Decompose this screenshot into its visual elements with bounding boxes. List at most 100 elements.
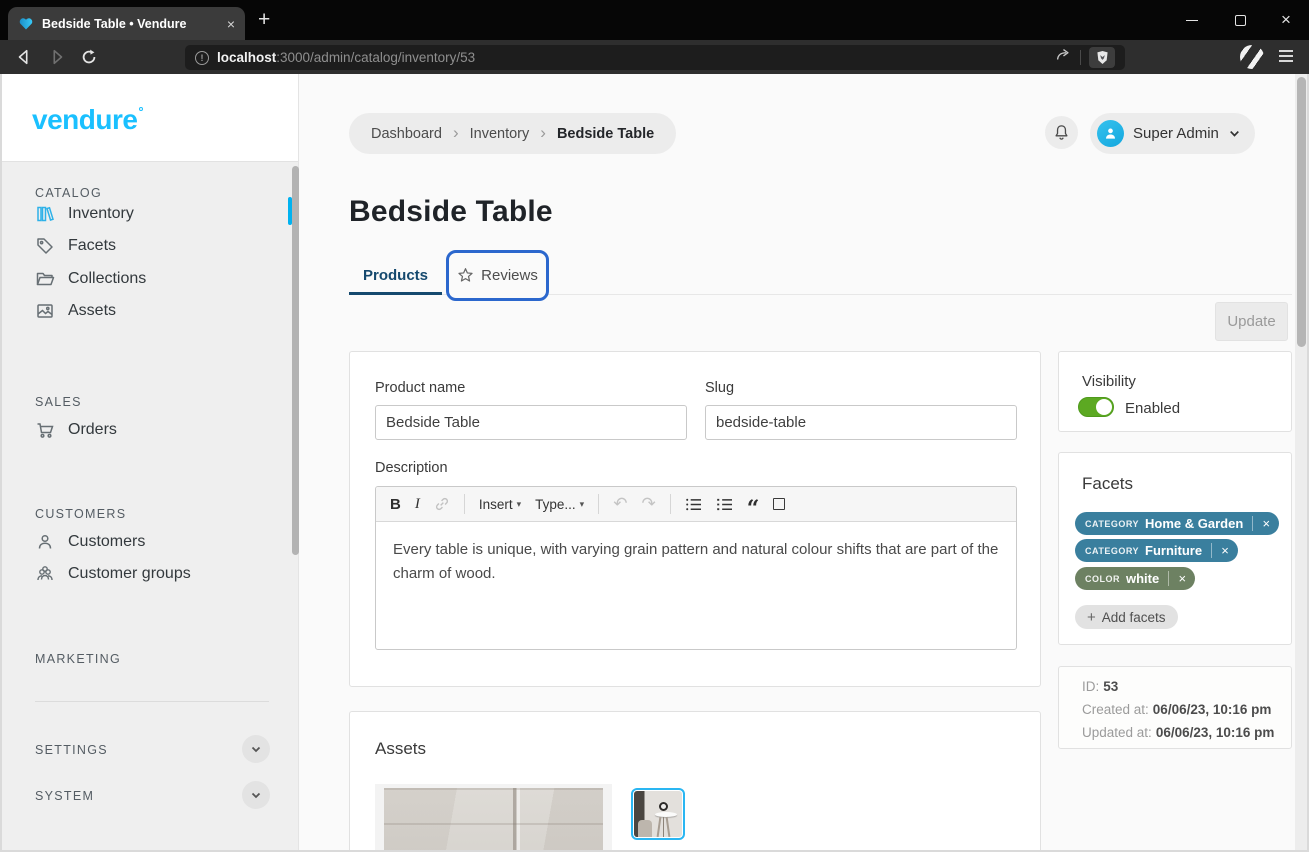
sidebar-item-customers[interactable]: Customers — [35, 528, 145, 556]
back-icon[interactable] — [13, 46, 35, 68]
site-info-icon[interactable]: ! — [195, 51, 209, 65]
meta-created-row: Created at:06/06/23, 10:16 pm — [1082, 702, 1271, 717]
browser-profile-avatar[interactable] — [1240, 45, 1264, 69]
section-header-settings: SETTINGS — [35, 743, 108, 757]
type-dropdown[interactable]: Type...▾ — [535, 497, 584, 512]
sidebar-item-facets[interactable]: Facets — [35, 232, 116, 260]
browser-titlebar: Bedside Table • Vendure × + × — [0, 0, 1309, 40]
browser-tab[interactable]: Bedside Table • Vendure × — [8, 7, 245, 40]
section-header-catalog: CATALOG — [35, 186, 102, 200]
vendure-favicon-icon — [18, 16, 34, 32]
browser-window: Bedside Table • Vendure × + × ! localhos… — [0, 0, 1309, 852]
image-icon — [35, 301, 55, 321]
breadcrumb-item-inventory[interactable]: Inventory — [470, 126, 530, 142]
facet-group-label: CATEGORY — [1085, 546, 1139, 556]
tab-title: Bedside Table • Vendure — [42, 17, 219, 31]
asset-thumbnail-image — [634, 791, 682, 837]
slug-label: Slug — [705, 380, 734, 396]
assets-card: Assets — [349, 711, 1041, 852]
asset-thumbnail-selected[interactable] — [631, 788, 685, 840]
avatar — [1097, 120, 1124, 147]
ordered-list-icon[interactable] — [716, 497, 733, 512]
sidebar-scrollbar-thumb[interactable] — [292, 166, 299, 555]
link-icon[interactable] — [434, 496, 450, 512]
asset-preview[interactable] — [375, 784, 612, 852]
vendure-logo[interactable]: vendure — [32, 104, 143, 136]
remove-facet-icon[interactable]: × — [1212, 543, 1238, 558]
facets-card: Facets CATEGORY Home & Garden × CATEGORY… — [1058, 452, 1292, 645]
bullet-list-icon[interactable] — [685, 497, 702, 512]
entity-meta-card: ID:53 Created at:06/06/23, 10:16 pm Upda… — [1058, 666, 1292, 749]
breadcrumb-item-dashboard[interactable]: Dashboard — [371, 126, 442, 142]
chevron-down-icon — [1228, 127, 1241, 140]
toolbar-divider — [1080, 50, 1081, 65]
sidebar-item-orders[interactable]: Orders — [35, 416, 117, 444]
tab-close-icon[interactable]: × — [227, 17, 235, 31]
sidebar-item-customer-groups[interactable]: Customer groups — [35, 560, 191, 588]
product-detail-card: Product name Slug Description B I Insert… — [349, 351, 1041, 687]
slug-input[interactable] — [705, 405, 1017, 440]
italic-button[interactable]: I — [415, 496, 420, 513]
description-editor-content[interactable]: Every table is unique, with varying grai… — [376, 522, 1016, 602]
cart-icon — [35, 420, 55, 440]
tab-products[interactable]: Products — [349, 256, 442, 295]
meta-id-row: ID:53 — [1082, 679, 1118, 694]
chevron-down-icon — [250, 789, 262, 801]
system-expand-button[interactable] — [242, 781, 270, 809]
visibility-toggle[interactable] — [1078, 397, 1114, 417]
settings-expand-button[interactable] — [242, 735, 270, 763]
horizontal-rule-icon[interactable] — [773, 498, 785, 510]
folder-icon — [35, 269, 55, 289]
remove-facet-icon[interactable]: × — [1253, 516, 1279, 531]
share-icon[interactable] — [1054, 46, 1072, 69]
breadcrumb: Dashboard › Inventory › Bedside Table — [349, 113, 676, 154]
chevron-down-icon — [250, 743, 262, 755]
window-close-icon[interactable]: × — [1266, 0, 1306, 40]
caret-down-icon: ▾ — [517, 499, 522, 510]
window-minimize-icon[interactable] — [1172, 0, 1212, 40]
sidebar-item-assets[interactable]: Assets — [35, 297, 116, 325]
page-scrollbar-thumb[interactable] — [1297, 77, 1306, 347]
facet-value-label: white — [1126, 571, 1159, 586]
new-tab-icon[interactable]: + — [258, 8, 270, 32]
window-maximize-icon[interactable] — [1220, 0, 1260, 40]
brave-shield-icon[interactable] — [1089, 47, 1115, 68]
sidebar-item-collections[interactable]: Collections — [35, 265, 146, 293]
product-name-label: Product name — [375, 380, 465, 396]
product-name-input[interactable] — [375, 405, 687, 440]
bold-button[interactable]: B — [390, 496, 401, 513]
sidebar-item-label: Customers — [68, 533, 145, 551]
user-menu[interactable]: Super Admin — [1090, 113, 1255, 154]
sidebar-item-label: Customer groups — [68, 565, 191, 583]
url-path: :3000/admin/catalog/inventory/53 — [276, 50, 475, 65]
tab-reviews[interactable]: Reviews — [446, 250, 549, 301]
facet-value-label: Home & Garden — [1145, 516, 1243, 531]
sidebar-item-label: Orders — [68, 421, 117, 439]
sidebar-item-label: Collections — [68, 270, 146, 288]
facet-chip: COLOR white × — [1075, 567, 1195, 590]
vendure-admin-app: vendure CATALOG Inventory Facets — [0, 74, 1309, 852]
blockquote-icon[interactable]: “ — [747, 504, 760, 514]
notifications-button[interactable] — [1045, 116, 1078, 149]
url-bar[interactable]: ! localhost:3000/admin/catalog/inventory… — [185, 45, 1125, 70]
facets-heading: Facets — [1082, 474, 1133, 494]
section-header-customers: CUSTOMERS — [35, 507, 126, 521]
tag-icon — [35, 236, 55, 256]
add-facets-button[interactable]: + Add facets — [1075, 605, 1178, 629]
update-button[interactable]: Update — [1215, 302, 1288, 341]
redo-icon[interactable]: ↷ — [641, 494, 655, 514]
sidebar-nav: CATALOG Inventory Facets — [2, 161, 298, 852]
browser-menu-icon[interactable] — [1279, 50, 1293, 62]
remove-facet-icon[interactable]: × — [1169, 571, 1195, 586]
breadcrumb-separator-icon: › — [453, 124, 459, 141]
asset-preview-image — [384, 788, 603, 852]
section-header-system: SYSTEM — [35, 789, 94, 803]
forward-icon[interactable] — [46, 46, 68, 68]
insert-dropdown[interactable]: Insert▾ — [479, 497, 521, 512]
users-icon — [35, 564, 55, 584]
facet-group-label: CATEGORY — [1085, 519, 1139, 529]
sidebar-item-inventory[interactable]: Inventory — [35, 200, 134, 228]
reload-icon[interactable] — [78, 46, 100, 68]
sidebar: vendure CATALOG Inventory Facets — [2, 74, 299, 852]
undo-icon[interactable]: ↶ — [613, 494, 627, 514]
